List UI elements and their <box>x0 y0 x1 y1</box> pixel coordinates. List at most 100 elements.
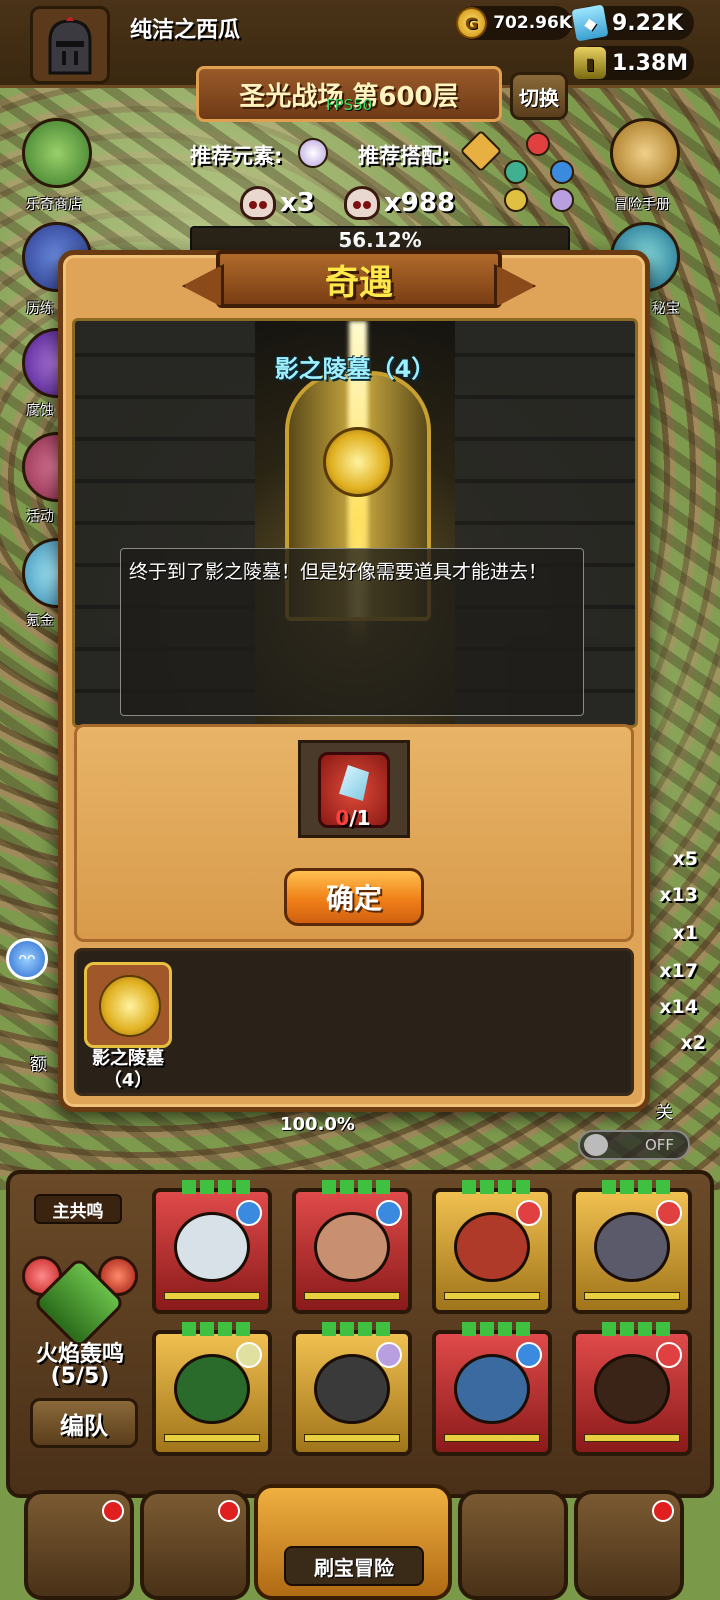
lucky-shop-button[interactable] <box>22 118 92 188</box>
tomb-emblem-icon <box>323 427 393 497</box>
fire-element-icon <box>656 1200 682 1226</box>
side-label-adventure-manual: 冒险手册 <box>614 197 670 213</box>
adventure-manual-button[interactable] <box>610 118 680 188</box>
recommend-combo-label: 推荐搭配: <box>358 144 451 168</box>
player-name: 纯洁之西瓜 <box>130 18 241 43</box>
encounter-entry-name: 影之陵墓 <box>92 1048 164 1069</box>
hero-portrait-icon <box>314 1354 390 1424</box>
hero-card-5[interactable] <box>152 1322 272 1456</box>
player-avatar[interactable] <box>30 6 110 84</box>
formation-button[interactable]: 编队 <box>30 1398 138 1448</box>
recommend-element-label: 推荐元素: <box>190 144 283 168</box>
hero-portrait-icon <box>454 1354 530 1424</box>
gold-value: 702.96K <box>493 13 572 33</box>
gem-value: 9.22K <box>612 10 684 36</box>
nav-heroes-button[interactable] <box>140 1490 250 1600</box>
hero-portrait-icon <box>594 1354 670 1424</box>
wind-element-icon <box>504 160 528 184</box>
nav-inventory-button[interactable] <box>458 1490 568 1600</box>
side-text-left: 额 <box>30 1055 47 1075</box>
required-item-count: 0/1 <box>320 806 386 830</box>
hero-card-4[interactable] <box>572 1180 692 1314</box>
star-gems <box>182 1180 252 1194</box>
hero-level-bar <box>164 1434 260 1442</box>
side-label-topup: 氪金 <box>26 613 54 629</box>
water-element-icon <box>516 1342 542 1368</box>
hero-level-bar <box>584 1434 680 1442</box>
notification-dot <box>218 1500 240 1522</box>
side-label-corrosion: 腐蚀 <box>26 403 54 419</box>
hero-card-8[interactable] <box>572 1322 692 1456</box>
light-element-icon <box>236 1342 262 1368</box>
knight-helmet-icon <box>48 17 92 75</box>
auto-toggle[interactable]: OFF <box>578 1130 690 1160</box>
hero-card-1[interactable] <box>152 1180 272 1314</box>
potion-jar-icon: ▮ <box>574 47 606 79</box>
star-gems <box>182 1322 252 1336</box>
moon-element-small-icon <box>550 188 574 212</box>
notification-dot <box>652 1500 674 1522</box>
side-label-lucky-shop: 乐奇商店 <box>26 197 82 213</box>
star-gems <box>602 1180 672 1194</box>
multiplier-4: x17 <box>659 960 698 982</box>
water-element-icon <box>236 1200 262 1226</box>
multiplier-5: x14 <box>659 996 698 1018</box>
story-text: 终于到了影之陵墓！但是好像需要道具才能进去！ <box>120 548 584 716</box>
water-element-icon <box>376 1200 402 1226</box>
hero-card-2[interactable] <box>292 1180 412 1314</box>
gem-icon: ◆ <box>571 4 609 42</box>
star-gems <box>462 1322 532 1336</box>
resonance-count: (5/5) <box>50 1364 110 1389</box>
hero-level-bar <box>164 1292 260 1300</box>
sun-element-icon <box>504 188 528 212</box>
floating-assistant-button[interactable]: ᴖᴖ <box>6 938 48 980</box>
nav-shop-button[interactable] <box>24 1490 134 1600</box>
multiplier-1: x5 <box>672 848 698 870</box>
minion-count-value: x988 <box>384 188 456 218</box>
encounter-entry-icon[interactable] <box>84 962 172 1048</box>
hero-card-6[interactable] <box>292 1322 412 1456</box>
star-gems <box>322 1180 392 1194</box>
water-element-icon <box>550 160 574 184</box>
hero-level-bar <box>304 1292 400 1300</box>
stage-progress-text: 100.0% <box>280 1114 355 1135</box>
multiplier-3: x1 <box>672 922 698 944</box>
notification-dot <box>102 1500 124 1522</box>
multiplier-2: x13 <box>659 884 698 906</box>
hero-card-7[interactable] <box>432 1322 552 1456</box>
gold-counter: G 702.96K <box>456 6 572 40</box>
fire-element-icon <box>526 132 550 156</box>
item-count-current: 0 <box>335 806 350 830</box>
nav-forge-button[interactable] <box>574 1490 684 1600</box>
hero-level-bar <box>444 1292 540 1300</box>
hero-portrait-icon <box>174 1212 250 1282</box>
boss-count-value: x3 <box>280 188 315 218</box>
moon-element-icon <box>376 1342 402 1368</box>
boss-count: x3 <box>240 186 315 220</box>
hero-portrait-icon <box>314 1212 390 1282</box>
encounter-entry-level: （4） <box>103 1070 153 1091</box>
gem-counter: ◆ 9.22K <box>571 4 694 42</box>
potion-value: 1.38M <box>612 50 689 76</box>
skull-red-icon <box>240 186 276 220</box>
hero-level-bar <box>304 1434 400 1442</box>
hero-level-bar <box>584 1292 680 1300</box>
hero-portrait-icon <box>454 1212 530 1282</box>
potion-counter: ▮ 1.38M <box>574 46 694 80</box>
fps-counter: FPS50 <box>326 96 373 114</box>
star-gems <box>322 1322 392 1336</box>
fire-element-icon <box>656 1342 682 1368</box>
star-gems <box>602 1322 672 1336</box>
minion-count: x988 <box>344 186 455 220</box>
confirm-button[interactable]: 确定 <box>284 868 424 926</box>
item-count-total: /1 <box>349 806 371 830</box>
dungeon-name: 影之陵墓（4） <box>274 355 436 383</box>
hero-card-3[interactable] <box>432 1180 552 1314</box>
nav-center-label: 刷宝冒险 <box>284 1546 424 1586</box>
multiplier-6: x2 <box>680 1032 706 1054</box>
side-label-training: 历练 <box>26 301 54 317</box>
side-label-activity: 活动 <box>26 509 54 525</box>
switch-stage-button[interactable]: 切换 <box>510 72 568 120</box>
modal-title: 奇遇 <box>216 250 502 308</box>
side-text-right: 关 <box>656 1103 673 1123</box>
